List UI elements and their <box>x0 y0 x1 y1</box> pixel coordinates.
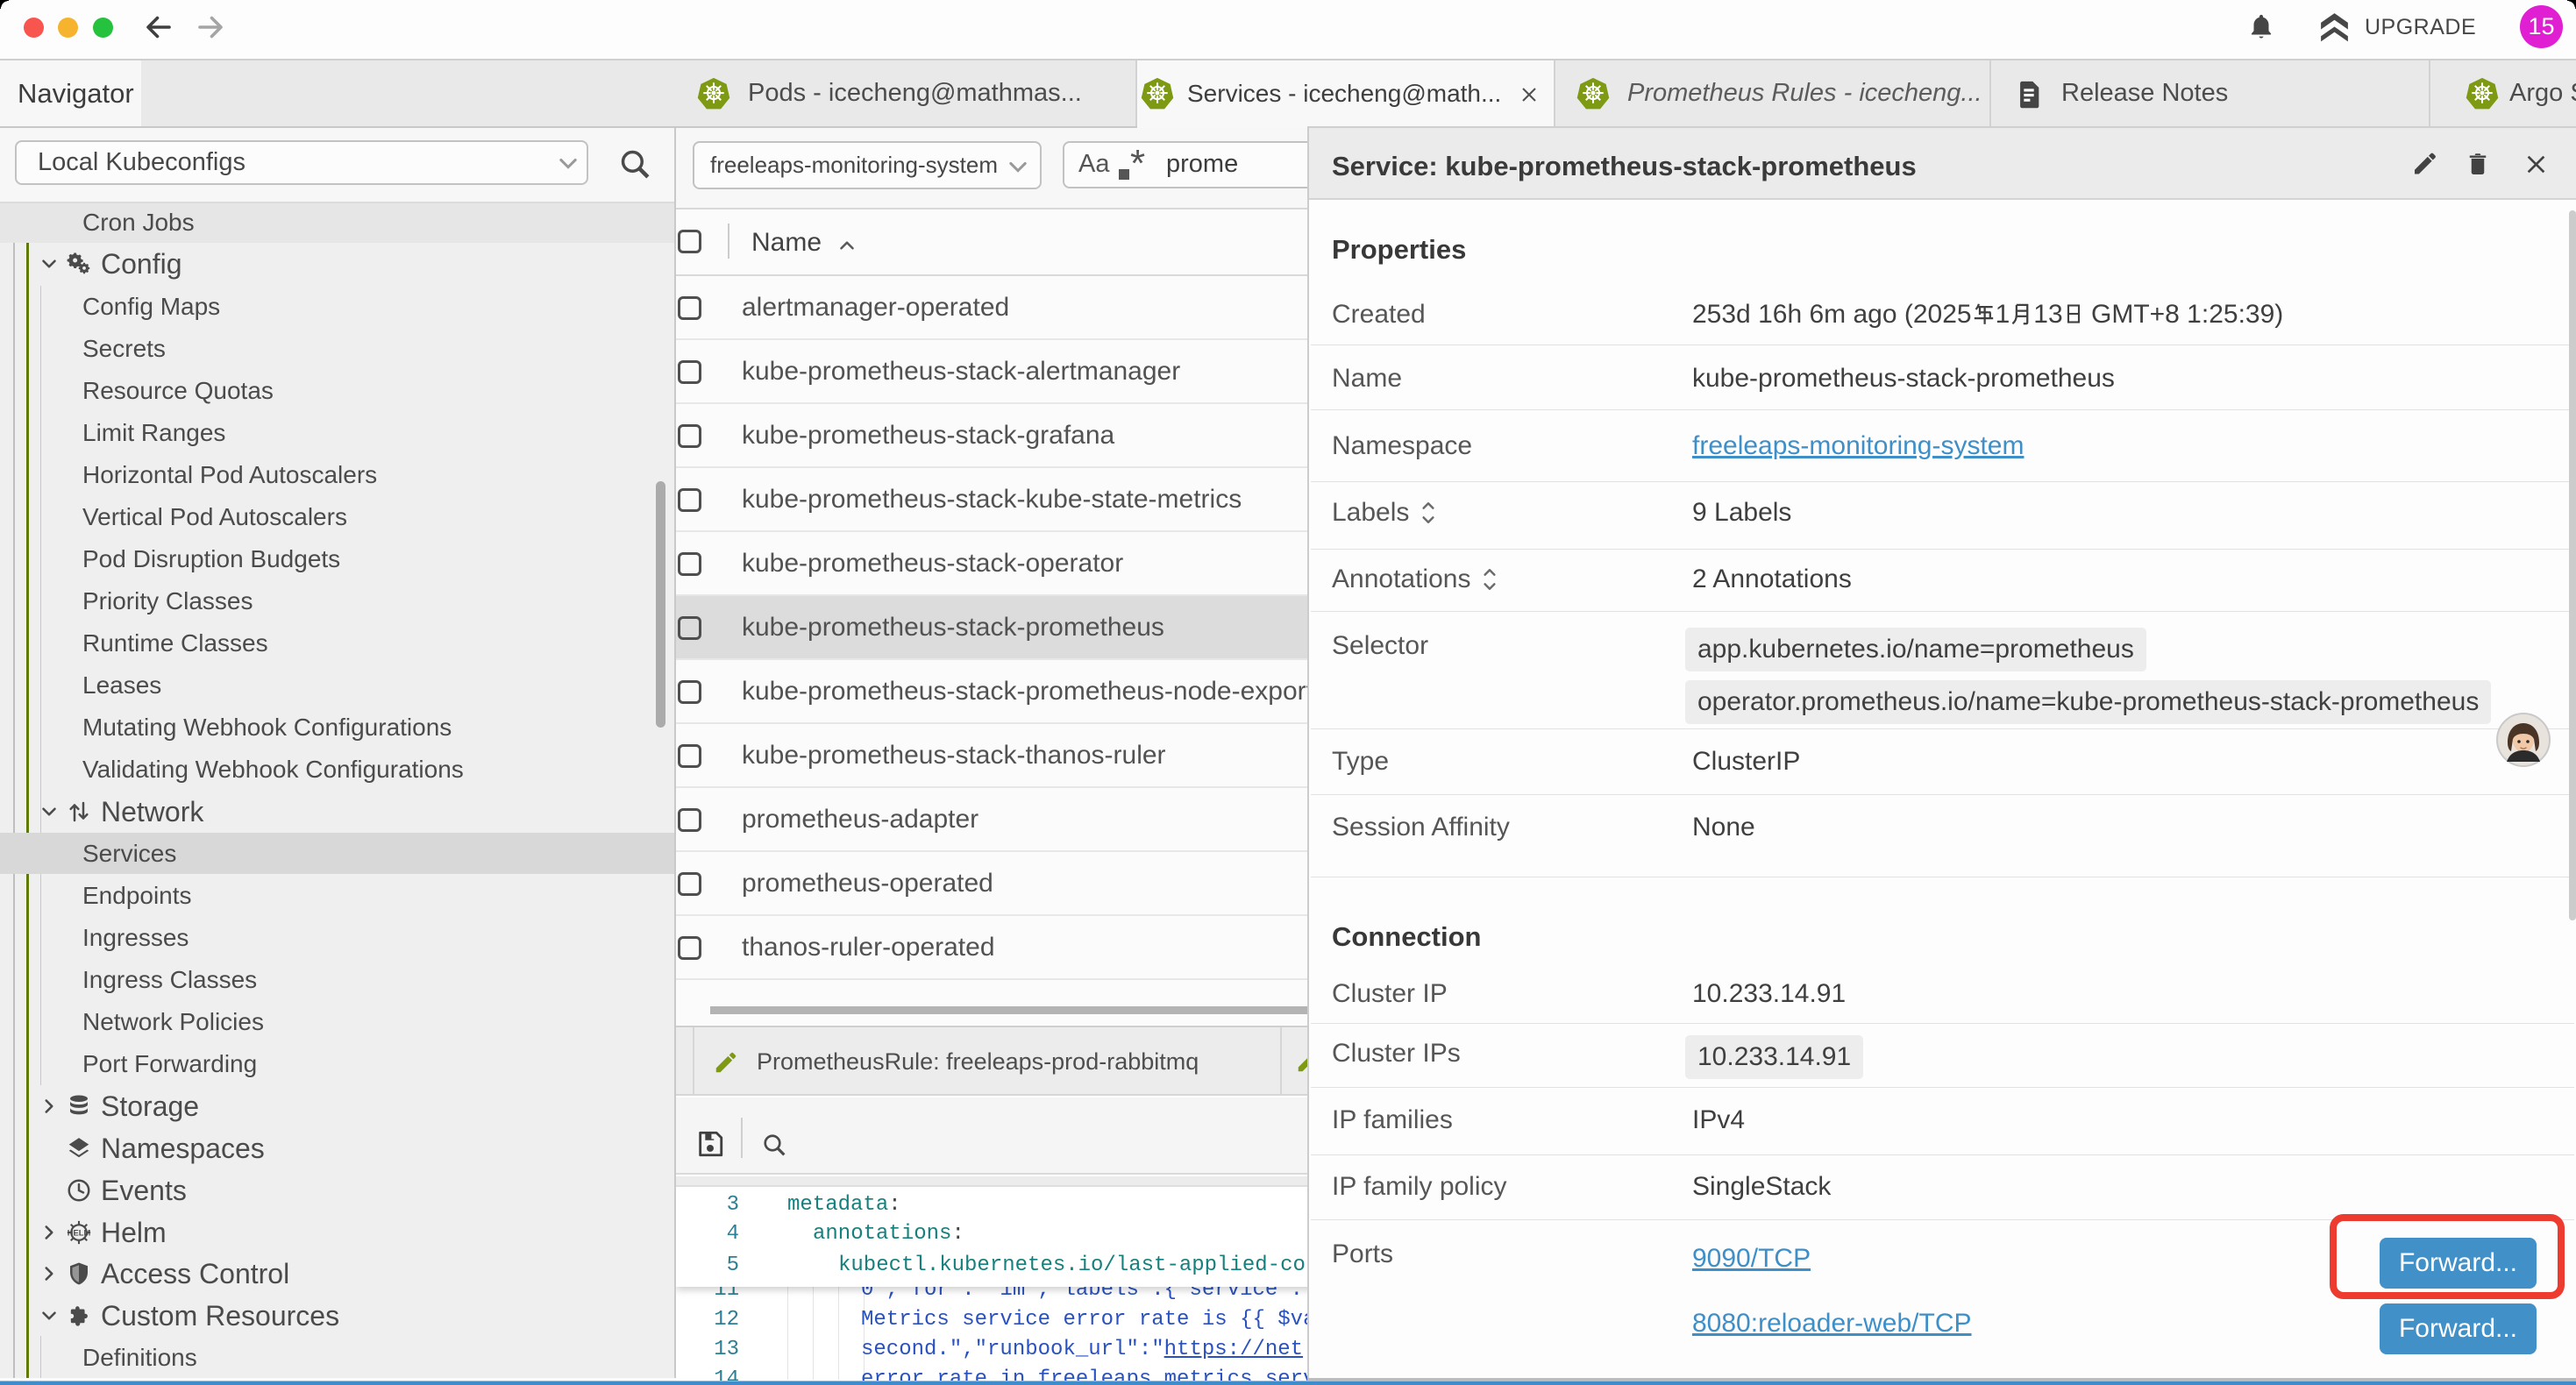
svg-text:HELM: HELM <box>68 1229 91 1238</box>
